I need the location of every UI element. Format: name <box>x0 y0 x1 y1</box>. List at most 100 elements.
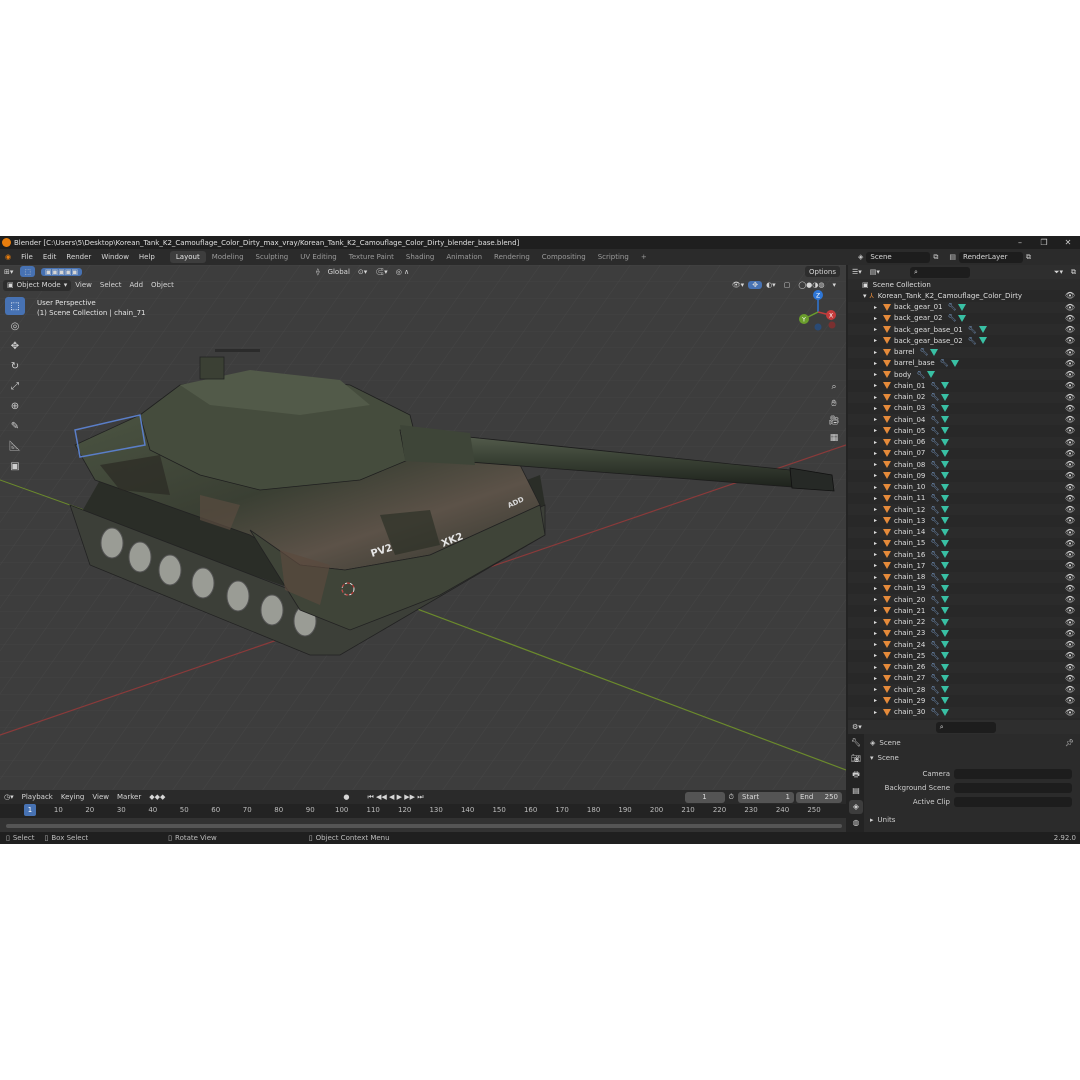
pin-icon[interactable]: 📌︎ <box>1065 739 1074 747</box>
tab-sculpting[interactable]: Sculpting <box>250 251 295 263</box>
end-frame-field[interactable]: End 250 <box>796 791 842 803</box>
start-frame-field[interactable]: Start 1 <box>738 791 794 803</box>
outliner-item[interactable]: ▸ chain_18 🔧︎ 👁︎ <box>848 571 1080 583</box>
visibility-eye-icon[interactable]: 👁︎ <box>1065 494 1075 503</box>
expand-arrow-icon[interactable]: ▸ <box>874 675 877 682</box>
expand-arrow-icon[interactable]: ▸ <box>874 652 877 659</box>
modifier-icon[interactable]: 🔧︎ <box>930 404 939 412</box>
modifier-icon[interactable]: 🔧︎ <box>930 494 939 502</box>
mesh-data-icon[interactable] <box>941 506 950 514</box>
timeline-menu-marker[interactable]: Marker <box>113 793 145 801</box>
tab-animation[interactable]: Animation <box>440 251 488 263</box>
outliner-item[interactable]: ▸ body 🔧︎ 👁︎ <box>848 369 1080 381</box>
visibility-eye-icon[interactable]: 👁︎ <box>1065 314 1075 323</box>
mesh-data-icon[interactable] <box>941 629 950 637</box>
transform-orientation-dropdown[interactable]: Global <box>324 268 354 276</box>
transform-tool-icon[interactable]: ⊕ <box>5 397 25 415</box>
measure-tool-icon[interactable]: 📐︎ <box>5 437 25 455</box>
timeline-menu-playback[interactable]: Playback <box>18 793 57 801</box>
tab-compositing[interactable]: Compositing <box>536 251 592 263</box>
move-tool-icon[interactable]: ✥ <box>5 337 25 355</box>
outliner-item[interactable]: ▸ chain_04 🔧︎ 👁︎ <box>848 414 1080 426</box>
tab-modeling[interactable]: Modeling <box>206 251 250 263</box>
visibility-eye-icon[interactable]: 👁︎ <box>1065 404 1075 413</box>
menu-edit[interactable]: Edit <box>38 253 62 261</box>
mesh-data-icon[interactable] <box>941 607 950 615</box>
world-tab-icon[interactable]: ◍ <box>849 816 863 830</box>
mesh-data-icon[interactable] <box>941 404 950 412</box>
outliner-item[interactable]: ▸ chain_06 🔧︎ 👁︎ <box>848 436 1080 448</box>
current-frame-field[interactable]: 1 <box>684 791 725 803</box>
record-icon[interactable]: ● <box>339 793 353 801</box>
outliner-item[interactable]: ▸ chain_12 🔧︎ 👁︎ <box>848 504 1080 516</box>
menu-help[interactable]: Help <box>134 253 160 261</box>
mesh-data-icon[interactable] <box>927 371 936 379</box>
menu-window[interactable]: Window <box>96 253 134 261</box>
scene-panel-header[interactable]: ▾ Scene <box>866 752 1078 764</box>
modifier-icon[interactable]: 🔧︎ <box>930 393 939 401</box>
annotate-tool-icon[interactable]: ✎ <box>5 417 25 435</box>
outliner-item[interactable]: ▸ chain_15 🔧︎ 👁︎ <box>848 538 1080 549</box>
mesh-data-icon[interactable] <box>941 416 950 424</box>
expand-arrow-icon[interactable]: ▸ <box>874 517 877 524</box>
outliner-item[interactable]: ▸ back_gear_base_02 🔧︎ 👁︎ <box>848 335 1080 346</box>
outliner-item[interactable]: ▸ chain_26 🔧︎ 👁︎ <box>848 661 1080 673</box>
expand-arrow-icon[interactable]: ▸ <box>874 315 877 322</box>
visibility-eye-icon[interactable]: 👁︎ <box>1065 561 1075 570</box>
mesh-data-icon[interactable] <box>941 573 950 581</box>
outliner-item[interactable]: ▸ barrel_base 🔧︎ 👁︎ <box>848 358 1080 369</box>
expand-arrow-icon[interactable]: ▸ <box>874 405 877 412</box>
modifier-icon[interactable]: 🔧︎ <box>930 461 939 469</box>
keyframe-icons[interactable]: ◆◆◆ <box>145 793 169 801</box>
shading-options-icon[interactable]: ▾ <box>828 281 840 289</box>
outliner-item[interactable]: ▸ chain_23 🔧︎ 👁︎ <box>848 628 1080 639</box>
close-icon[interactable]: ✕ <box>1056 236 1080 249</box>
expand-arrow-icon[interactable]: ▸ <box>874 450 877 457</box>
expand-arrow-icon[interactable]: ▸ <box>874 540 877 547</box>
overlay-toggle-icon[interactable]: ◐▾ <box>762 281 780 289</box>
outliner-scene-collection[interactable]: ▣ Scene Collection <box>848 279 1080 291</box>
visibility-eye-icon[interactable]: 👁︎ <box>1065 303 1075 312</box>
mesh-data-icon[interactable] <box>941 697 950 705</box>
scene-tab-icon[interactable]: ◈ <box>849 800 863 814</box>
selection-modes-icon[interactable]: ▣▣▣▣▣ <box>41 267 83 276</box>
expand-arrow-icon[interactable]: ▸ <box>874 506 877 513</box>
outliner-item[interactable]: ▸ chain_01 🔧︎ 👁︎ <box>848 380 1080 391</box>
properties-search-input[interactable]: ⌕ <box>935 721 996 733</box>
visibility-eye-icon[interactable]: 👁︎ <box>1065 696 1075 705</box>
maximize-icon[interactable]: ❐ <box>1032 236 1056 249</box>
outliner-item[interactable]: ▸ chain_09 🔧︎ 👁︎ <box>848 470 1080 481</box>
options-dropdown[interactable]: Options <box>804 266 840 277</box>
rotate-tool-icon[interactable]: ↻ <box>5 357 25 375</box>
mesh-data-icon[interactable] <box>941 686 950 694</box>
pivot-point-icon[interactable]: ⊙▾ <box>354 268 371 276</box>
tab-texture-paint[interactable]: Texture Paint <box>343 251 400 263</box>
modifier-icon[interactable]: 🔧︎ <box>930 539 939 547</box>
visibility-eye-icon[interactable]: 👁︎ <box>1065 539 1075 548</box>
visibility-eye-icon[interactable]: 👁︎ <box>1065 291 1075 300</box>
modifier-icon[interactable]: 🔧︎ <box>930 528 939 536</box>
visibility-eye-icon[interactable]: 👁︎ <box>1065 618 1075 627</box>
expand-arrow-icon[interactable]: ▸ <box>874 337 877 344</box>
outliner-item[interactable]: ▸ chain_24 🔧︎ 👁︎ <box>848 639 1080 651</box>
modifier-icon[interactable]: 🔧︎ <box>930 551 939 559</box>
camera-field[interactable] <box>954 769 1072 779</box>
proportional-edit-icon[interactable]: ◎ ∧ <box>392 268 413 276</box>
playback-controls-icon[interactable]: ⏮ ◀◀ ◀ ▶ ▶▶ ⏭ <box>363 793 427 802</box>
modifier-icon[interactable]: 🔧︎ <box>930 584 939 592</box>
viewport-menu-object[interactable]: Object <box>147 281 178 289</box>
visibility-eye-icon[interactable]: 👁︎ <box>1065 325 1075 334</box>
modifier-icon[interactable]: 🔧︎ <box>930 438 939 446</box>
visibility-eye-icon[interactable]: 👁︎ <box>1065 438 1075 447</box>
visibility-eye-icon[interactable]: 👁︎ <box>1065 663 1075 672</box>
new-view-layer-icon[interactable]: ⧉ <box>1026 253 1031 262</box>
modifier-icon[interactable]: 🔧︎ <box>930 618 939 626</box>
modifier-icon[interactable]: 🔧︎ <box>930 697 939 705</box>
active-clip-field[interactable] <box>954 797 1072 807</box>
modifier-icon[interactable]: 🔧︎ <box>930 382 939 390</box>
expand-arrow-icon[interactable]: ▸ <box>874 529 877 536</box>
tool-tab-icon[interactable]: 🔧︎ <box>849 736 863 750</box>
outliner-item[interactable]: ▸ chain_03 🔧︎ 👁︎ <box>848 403 1080 414</box>
visibility-eye-icon[interactable]: 👁︎ <box>1065 370 1075 379</box>
expand-arrow-icon[interactable]: ▸ <box>874 551 877 558</box>
